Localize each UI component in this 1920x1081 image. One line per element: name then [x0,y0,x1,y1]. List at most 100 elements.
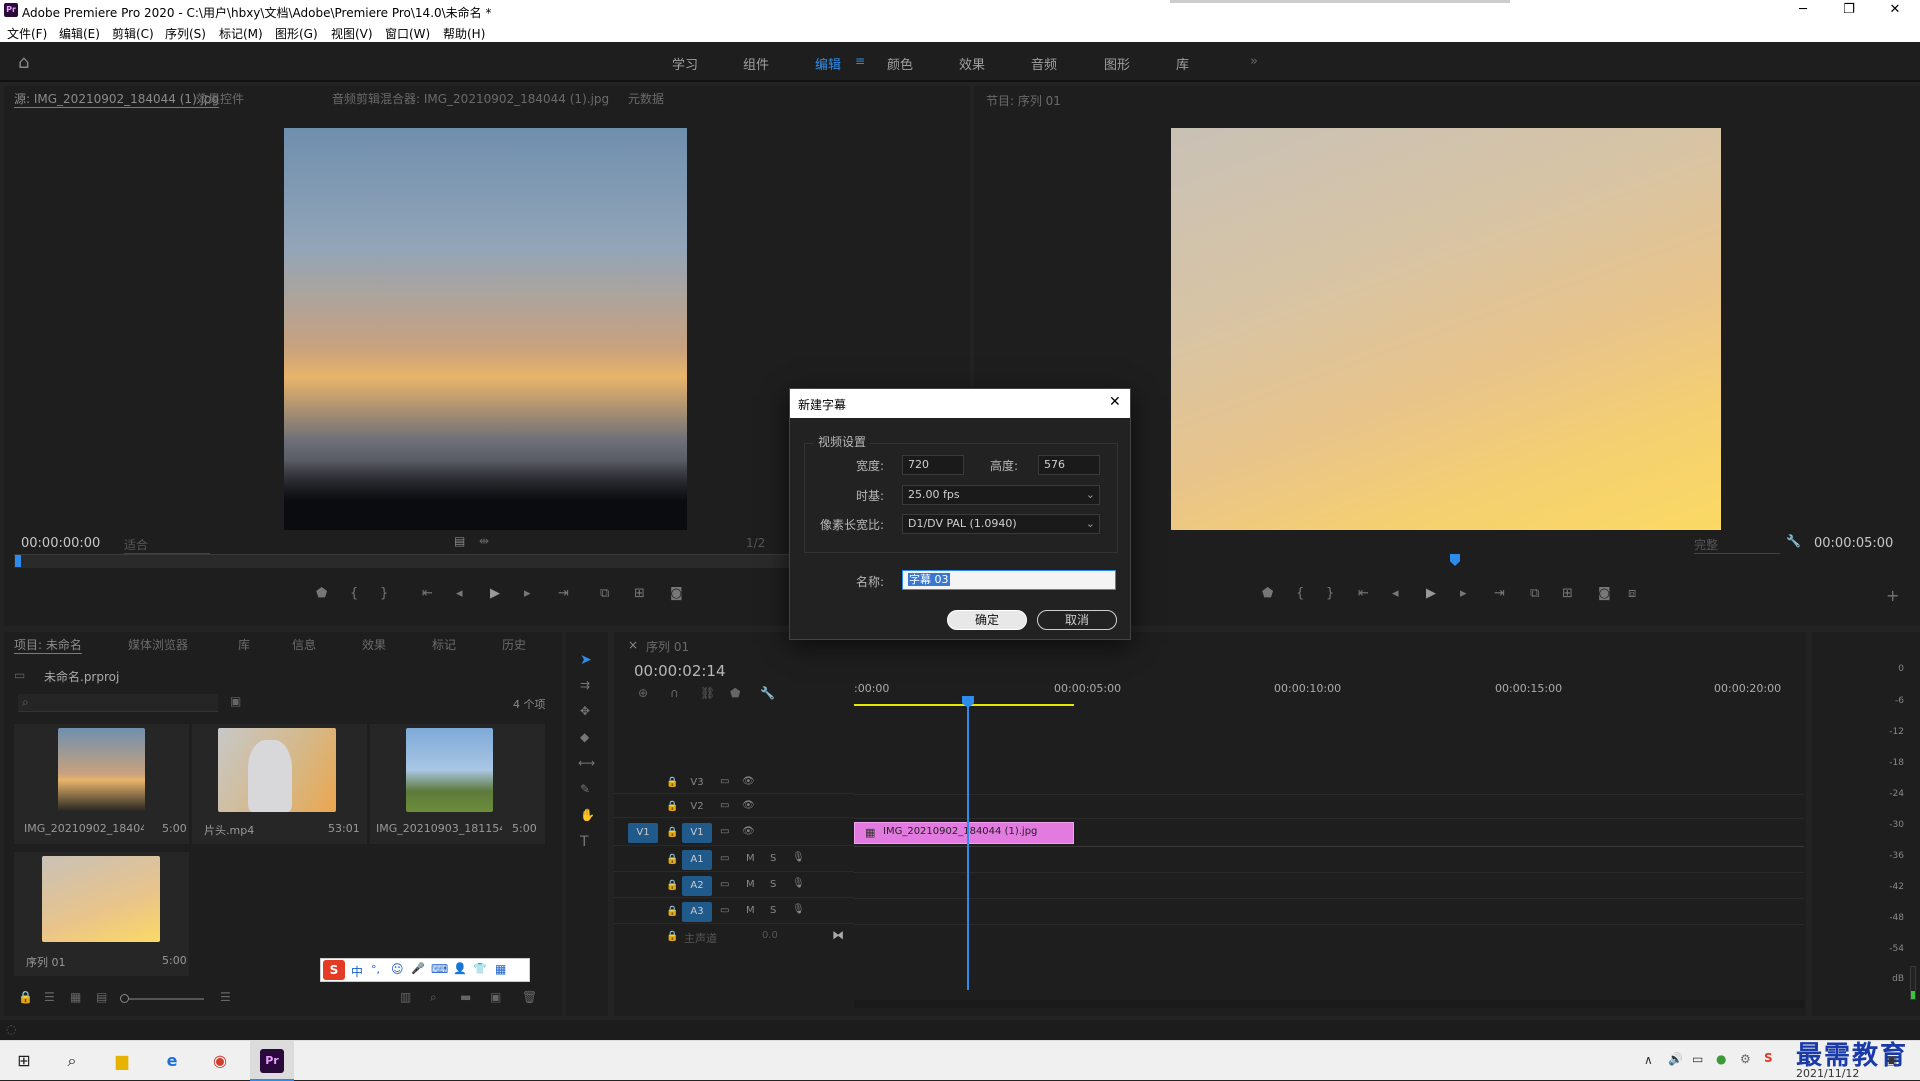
project-item[interactable]: 序列 01 5:00 [14,852,189,976]
tab-effects[interactable]: 效果 [362,636,386,653]
eye-icon[interactable]: 👁 [742,776,755,787]
mic-icon[interactable]: 🎙 [792,878,805,889]
lock-icon[interactable]: 🔒 [666,854,678,865]
network-icon[interactable]: ▭ [1692,1052,1703,1066]
timeline-playhead[interactable] [962,696,974,708]
mute-button[interactable]: M [746,879,755,890]
lock-icon[interactable]: 🔒 [666,931,678,942]
sogou-tray-icon[interactable]: S [1764,1051,1773,1065]
lift-icon[interactable]: ⧉ [1530,586,1539,601]
workspace-color[interactable]: 颜色 [887,54,913,73]
more-workspaces-icon[interactable]: » [1250,54,1258,69]
timeline-ruler[interactable]: :00:00 00:00:05:00 00:00:10:00 00:00:15:… [854,676,1804,706]
workspace-audio[interactable]: 音频 [1031,54,1057,73]
list-view-icon[interactable]: ☰ [44,990,55,1004]
hand-tool-icon[interactable]: ✋ [580,808,595,822]
menu-marker[interactable]: 标记(M) [219,25,263,42]
menu-file[interactable]: 文件(F) [7,25,47,42]
tab-effect-controls[interactable]: 效果控件 [196,90,244,107]
sync-lock-icon[interactable]: ▭ [720,905,729,916]
project-item[interactable]: IMG_20210903_181154... 5:00 [370,724,545,844]
tray-chevron-icon[interactable]: ∧ [1644,1053,1653,1067]
mark-in-icon[interactable]: { [1296,586,1304,601]
nest-icon[interactable]: ⊕ [638,686,648,700]
timeline-timecode[interactable]: 00:00:02:14 [634,662,726,680]
edge-icon[interactable]: e [160,1049,184,1073]
menu-help[interactable]: 帮助(H) [443,25,485,42]
tab-metadata[interactable]: 元数据 [628,90,664,107]
tab-program[interactable]: 节目: 序列 01 [986,92,1061,109]
insert-icon[interactable]: ⧉ [600,586,609,601]
add-marker-icon[interactable]: ⬟ [316,586,327,601]
ime-emoji-icon[interactable]: ☺ [391,962,404,976]
project-search-input[interactable]: ⌕ [18,694,218,712]
program-quality-dropdown[interactable]: 完整 [1694,536,1780,554]
add-marker-icon[interactable]: ⬟ [730,686,740,700]
sync-lock-icon[interactable]: ▭ [720,879,729,890]
source-timecode[interactable]: 00:00:00:00 [21,536,100,551]
title-name-input[interactable]: 字幕 03 [902,570,1116,590]
workspace-effects[interactable]: 效果 [959,54,985,73]
add-marker-icon[interactable]: ⬟ [1262,586,1273,601]
step-forward-icon[interactable]: ▸ [524,586,531,601]
timeline-clip[interactable]: ▦ IMG_20210902_184044 (1).jpg [854,822,1074,844]
step-back-icon[interactable]: ◂ [456,586,463,601]
new-bin-icon[interactable]: ▬ [460,990,471,1004]
program-timecode[interactable]: 00:00:05:00 [1814,536,1893,551]
track-select-tool-icon[interactable]: ⇉ [580,678,590,692]
eye-icon[interactable]: 👁 [742,800,755,811]
new-bin-icon[interactable]: ▣ [230,694,241,708]
timeline-playhead-line[interactable] [962,696,974,990]
extract-icon[interactable]: ⊞ [1562,586,1573,601]
solo-button[interactable]: S [770,853,776,864]
solo-button[interactable]: S [770,879,776,890]
source-timeline-ruler[interactable] [14,554,792,568]
restore-button[interactable]: ❐ [1826,0,1872,22]
new-item-icon[interactable]: ▣ [490,990,501,1004]
project-item[interactable]: IMG_20210902_184044... 5:00 [14,724,189,844]
ripple-edit-tool-icon[interactable]: ✥ [580,704,590,718]
thumbnail-zoom-slider[interactable] [120,994,204,1003]
lock-icon[interactable]: 🔒 [666,827,678,838]
find-icon[interactable]: ⌕ [430,990,437,1005]
tab-info[interactable]: 信息 [292,636,316,653]
ime-user-icon[interactable]: 👤 [453,962,467,975]
minimize-button[interactable]: ─ [1780,0,1826,22]
export-frame-icon[interactable]: ◙ [670,586,683,601]
solo-button[interactable]: S [770,905,776,916]
track-label[interactable]: A1 [682,850,712,870]
menu-edit[interactable]: 编辑(E) [59,25,100,42]
lock-icon[interactable]: 🔒 [666,801,678,812]
mic-icon[interactable]: 🎙 [792,904,805,915]
menu-graphics[interactable]: 图形(G) [275,25,318,42]
timebase-select[interactable]: 25.00 fps ⌄ [902,485,1100,505]
source-insert-icon[interactable]: ⇹ [479,534,489,548]
menu-sequence[interactable]: 序列(S) [165,25,206,42]
selection-tool-icon[interactable]: ➤ [580,652,592,668]
close-sequence-icon[interactable]: × [628,638,638,652]
sort-icons-icon[interactable]: ☰ [220,990,231,1004]
volume-icon[interactable]: 🔊 [1668,1052,1683,1066]
width-field[interactable]: 720 [902,455,964,475]
workspace-graphics[interactable]: 图形 [1104,54,1130,73]
premiere-taskbar-button[interactable]: Pr [250,1041,294,1081]
tab-media-browser[interactable]: 媒体浏览器 [128,636,188,653]
overwrite-icon[interactable]: ⊞ [634,586,645,601]
step-forward-icon[interactable]: ▸ [1460,586,1467,601]
ime-keyboard-icon[interactable]: ⌨ [431,962,448,976]
close-window-button[interactable]: ✕ [1872,0,1918,22]
sync-lock-icon[interactable]: ▭ [720,776,729,787]
program-playhead[interactable] [1450,554,1460,566]
search-icon[interactable]: ⌕ [60,1049,84,1073]
pen-tool-icon[interactable]: ✎ [580,782,590,796]
file-explorer-icon[interactable]: ▆ [110,1049,134,1073]
razor-tool-icon[interactable]: ◆ [580,730,589,744]
menu-clip[interactable]: 剪辑(C) [112,25,154,42]
workspace-learning[interactable]: 学习 [672,54,698,73]
master-value[interactable]: 0.0 [762,930,778,941]
go-to-in-icon[interactable]: ⇤ [1358,586,1369,601]
tray-app-icon[interactable]: ● [1716,1052,1726,1066]
ime-punctuation[interactable]: °, [371,963,380,976]
snap-icon[interactable]: ∩ [670,686,679,700]
type-tool-icon[interactable]: T [580,834,589,850]
